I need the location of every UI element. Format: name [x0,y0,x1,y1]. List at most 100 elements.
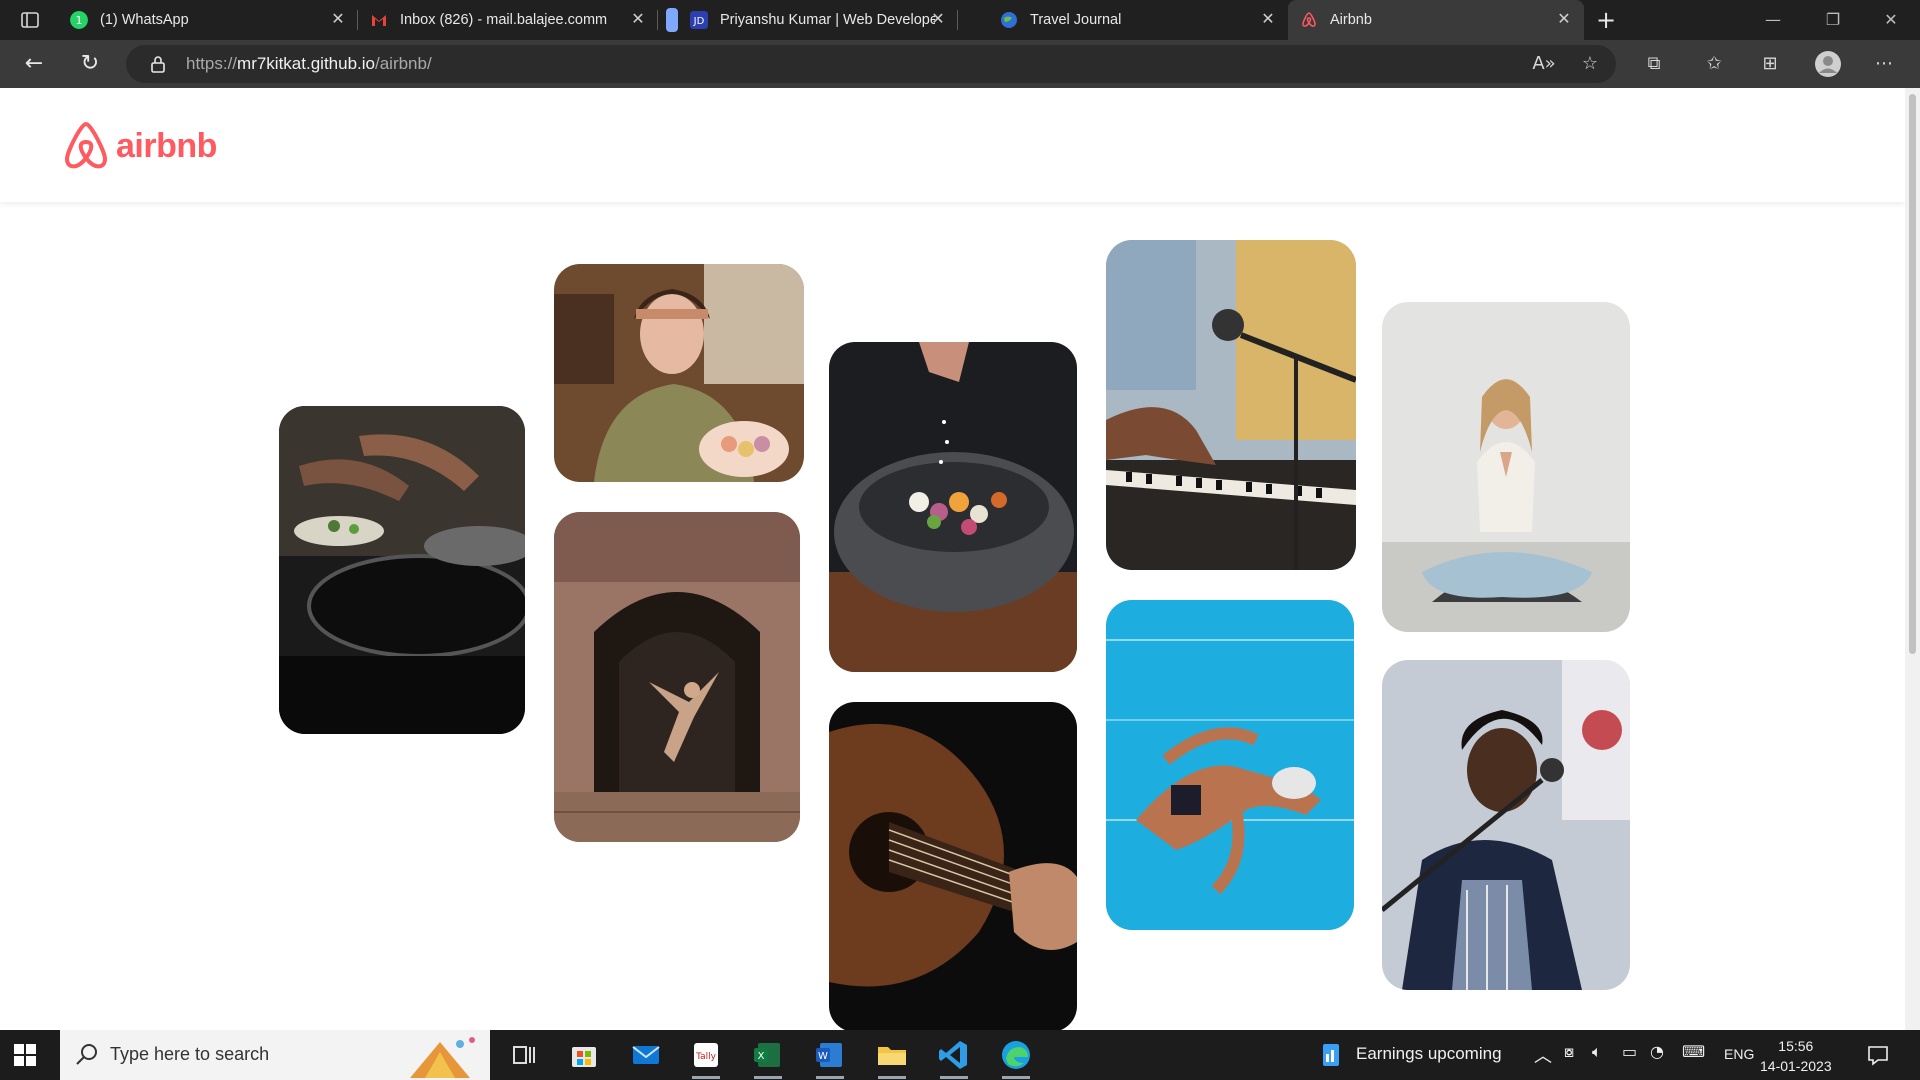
running-indicator [816,1076,844,1079]
photo-salad-bowl [829,342,1077,672]
tab-label: Travel Journal [1030,12,1122,28]
airbnb-logo-icon [65,122,107,169]
url-path: /airbnb/ [374,54,432,73]
gmail-icon [372,15,386,26]
page-scrollbar[interactable] [1905,88,1920,1030]
tab-airbnb[interactable]: Airbnb ✕ [1288,0,1584,40]
restore-button[interactable]: ❐ [1810,0,1856,40]
close-window-button[interactable]: ✕ [1868,0,1914,40]
running-indicator [878,1076,906,1079]
folder-icon [878,1047,906,1065]
wifi-icon[interactable]: ◔ [1650,1042,1664,1061]
running-indicator [1002,1076,1030,1079]
back-button[interactable]: ← [18,48,50,80]
add-favorite-icon[interactable]: ☆ [1576,50,1604,78]
photo-woman-macarons [554,264,804,482]
running-indicator [754,1076,782,1079]
microsoft-store-icon[interactable] [566,1037,602,1073]
mail-icon[interactable] [628,1037,664,1073]
photo-swimmer-pool [1106,600,1354,930]
windows-start-icon[interactable] [14,1044,36,1066]
profile-avatar[interactable] [1814,50,1842,78]
collections-icon[interactable]: ⊞ [1756,50,1784,78]
new-tab-button[interactable]: + [1592,6,1620,34]
notifications-icon[interactable] [1866,1043,1890,1067]
tab-whatsapp[interactable]: 1 (1) WhatsApp ✕ [58,0,358,40]
photo-dancer-doorway [554,512,800,842]
word-icon: W [816,1043,842,1067]
running-indicator [940,1076,968,1079]
running-indicator [692,1076,720,1079]
close-icon[interactable]: ✕ [1554,10,1574,30]
svg-text:X: X [758,1051,765,1062]
svg-text:JD: JD [693,16,705,27]
close-icon[interactable]: ✕ [1258,10,1278,30]
task-view-icon[interactable] [506,1037,542,1073]
tab-travel-journal[interactable]: Travel Journal ✕ [988,0,1288,40]
globe-icon [1001,12,1017,28]
scrollbar-thumb[interactable] [1909,94,1916,654]
tab-separator [957,10,958,30]
site-navbar: airbnb [0,88,1905,202]
close-icon[interactable]: ✕ [628,10,648,30]
tab-group-marker [666,8,678,32]
minimize-button[interactable]: — [1750,0,1796,40]
excel-app[interactable]: X [750,1037,786,1079]
taskbar-search[interactable]: Type here to search [60,1030,490,1080]
tab-actions-icon[interactable] [18,8,42,32]
tally-icon: Tally [694,1043,718,1067]
vscode-icon [939,1041,967,1069]
tab-label: Airbnb [1330,12,1372,28]
tally-app[interactable]: Tally [688,1037,724,1079]
edge-icon [1002,1041,1030,1069]
clock-time: 15:56 [1778,1038,1814,1054]
volume-icon[interactable]: 🔈︎ [1592,1042,1602,1062]
address-bar[interactable]: https://mr7kitkat.github.io/airbnb/ A» ☆ [126,45,1616,83]
photo-singer-microphone [1382,660,1630,990]
file-explorer-app[interactable] [874,1037,910,1079]
airbnb-page: airbnb [0,88,1905,1030]
meet-now-icon[interactable]: ⧇ [1564,1042,1574,1062]
search-placeholder: Type here to search [110,1044,270,1064]
tab-label: Priyanshu Kumar | Web Develope [720,12,935,28]
read-aloud-icon[interactable]: A» [1530,50,1558,78]
clock[interactable]: 15:56 14-01-2023 [1760,1036,1832,1076]
search-highlight-icon [410,1037,475,1078]
news-widget-icon[interactable] [1318,1042,1344,1068]
photo-piano-microphone [1106,240,1356,570]
word-app[interactable]: W [812,1037,848,1079]
tab-label: (1) WhatsApp [100,12,189,28]
url-text: https://mr7kitkat.github.io/airbnb/ [186,54,432,74]
excel-icon: X [754,1043,780,1067]
close-icon[interactable]: ✕ [328,10,348,30]
favorites-icon[interactable]: ✩ [1700,50,1728,78]
language-indicator[interactable]: ENG [1724,1046,1754,1062]
url-prefix: https:// [186,54,238,73]
battery-icon[interactable]: ▭ [1622,1042,1637,1061]
browser-tab-strip: 1 (1) WhatsApp ✕ Inbox (826) - mail.bala… [0,0,1920,40]
tab-priyanshu[interactable]: JD Priyanshu Kumar | Web Develope ✕ [658,0,958,40]
edge-app[interactable] [998,1037,1034,1079]
svg-text:Tally: Tally [695,1052,717,1062]
close-icon[interactable]: ✕ [928,10,948,30]
lock-icon[interactable] [148,54,168,74]
whatsapp-icon: 1 [70,11,88,29]
extensions-icon[interactable]: ⧉ [1640,50,1668,78]
airbnb-icon [1302,12,1316,27]
chevron-up-icon[interactable]: ︿ [1534,1042,1552,1068]
windows-taskbar: Type here to search Tally X W Earnings u… [0,1030,1920,1080]
keyboard-icon[interactable]: ⌨ [1682,1042,1705,1061]
airbnb-logo[interactable]: airbnb [62,120,217,172]
jd-icon: JD [690,11,708,29]
tab-label: Inbox (826) - mail.balajee.comm [400,12,608,28]
vscode-app[interactable] [936,1037,972,1079]
more-options-icon[interactable]: ⋯ [1870,50,1898,78]
svg-text:1: 1 [76,14,83,27]
tab-gmail[interactable]: Inbox (826) - mail.balajee.comm ✕ [358,0,658,40]
search-icon [76,1044,97,1065]
browser-toolbar: ← ↻ https://mr7kitkat.github.io/airbnb/ … [0,40,1920,88]
url-host: mr7kitkat.github.io [237,54,375,73]
news-label[interactable]: Earnings upcoming [1356,1044,1502,1064]
refresh-button[interactable]: ↻ [74,48,106,80]
clock-date: 14-01-2023 [1760,1058,1832,1074]
